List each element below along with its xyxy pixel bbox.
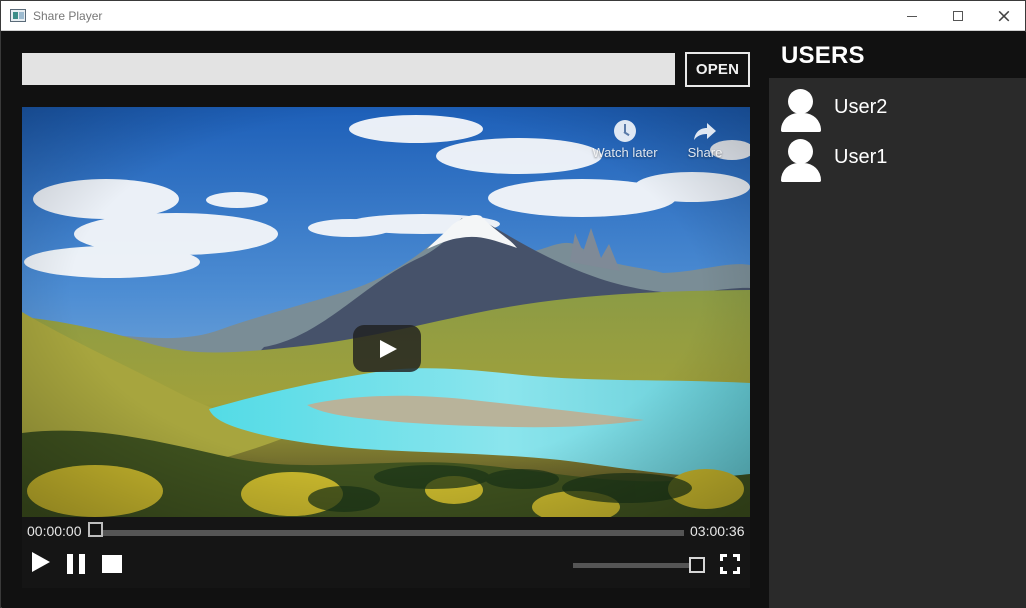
window-title: Share Player xyxy=(33,9,103,23)
user-name: User2 xyxy=(834,96,888,118)
minimize-icon xyxy=(907,15,917,17)
player-controls: 00:00:00 03:00:36 xyxy=(22,517,750,588)
open-button[interactable]: OPEN xyxy=(685,52,750,87)
watch-later-label: Watch later xyxy=(592,145,658,160)
play-button[interactable] xyxy=(32,552,52,574)
window-titlebar: Share Player × xyxy=(1,1,1025,31)
total-time: 03:00:36 xyxy=(690,523,745,539)
video-preview[interactable]: Watch later Share xyxy=(22,107,750,517)
users-title: USERS xyxy=(769,32,1026,78)
seek-thumb[interactable] xyxy=(88,522,103,537)
fullscreen-icon xyxy=(733,554,740,561)
user-name: User1 xyxy=(834,146,888,168)
clock-icon xyxy=(614,120,636,142)
user-list-item[interactable]: User2 xyxy=(780,88,1010,132)
seek-track[interactable] xyxy=(102,530,684,536)
share-action[interactable]: Share xyxy=(684,120,726,160)
user-list-item[interactable]: User1 xyxy=(780,138,1010,182)
volume-track[interactable] xyxy=(573,563,699,568)
pause-button[interactable] xyxy=(67,554,87,574)
fullscreen-icon xyxy=(720,554,727,561)
fullscreen-icon xyxy=(720,567,727,574)
fullscreen-icon xyxy=(733,567,740,574)
landscape-thumbnail xyxy=(22,107,750,517)
watch-later-action[interactable]: Watch later xyxy=(588,120,662,160)
current-time: 00:00:00 xyxy=(27,523,82,539)
app-window-icon xyxy=(10,9,26,22)
stop-button[interactable] xyxy=(102,555,122,573)
play-icon xyxy=(32,552,50,572)
maximize-button[interactable] xyxy=(935,1,981,31)
share-player-window: Share Player × OPEN Watch later Share 00… xyxy=(0,0,1026,608)
fullscreen-button[interactable] xyxy=(720,554,740,574)
share-label: Share xyxy=(687,145,723,160)
minimize-button[interactable] xyxy=(889,1,935,31)
video-url-input[interactable] xyxy=(22,53,675,85)
maximize-icon xyxy=(953,11,963,21)
volume-thumb[interactable] xyxy=(689,557,705,573)
user-avatar-icon xyxy=(780,88,822,132)
close-button[interactable]: × xyxy=(981,1,1026,31)
user-avatar-icon xyxy=(780,138,822,182)
share-icon xyxy=(694,123,716,140)
close-icon: × xyxy=(996,4,1012,27)
play-icon[interactable] xyxy=(353,325,421,372)
users-sidebar: USERS User2 User1 xyxy=(769,32,1026,608)
player-main-panel: OPEN Watch later Share 00:00:00 03:00:36 xyxy=(2,32,769,608)
